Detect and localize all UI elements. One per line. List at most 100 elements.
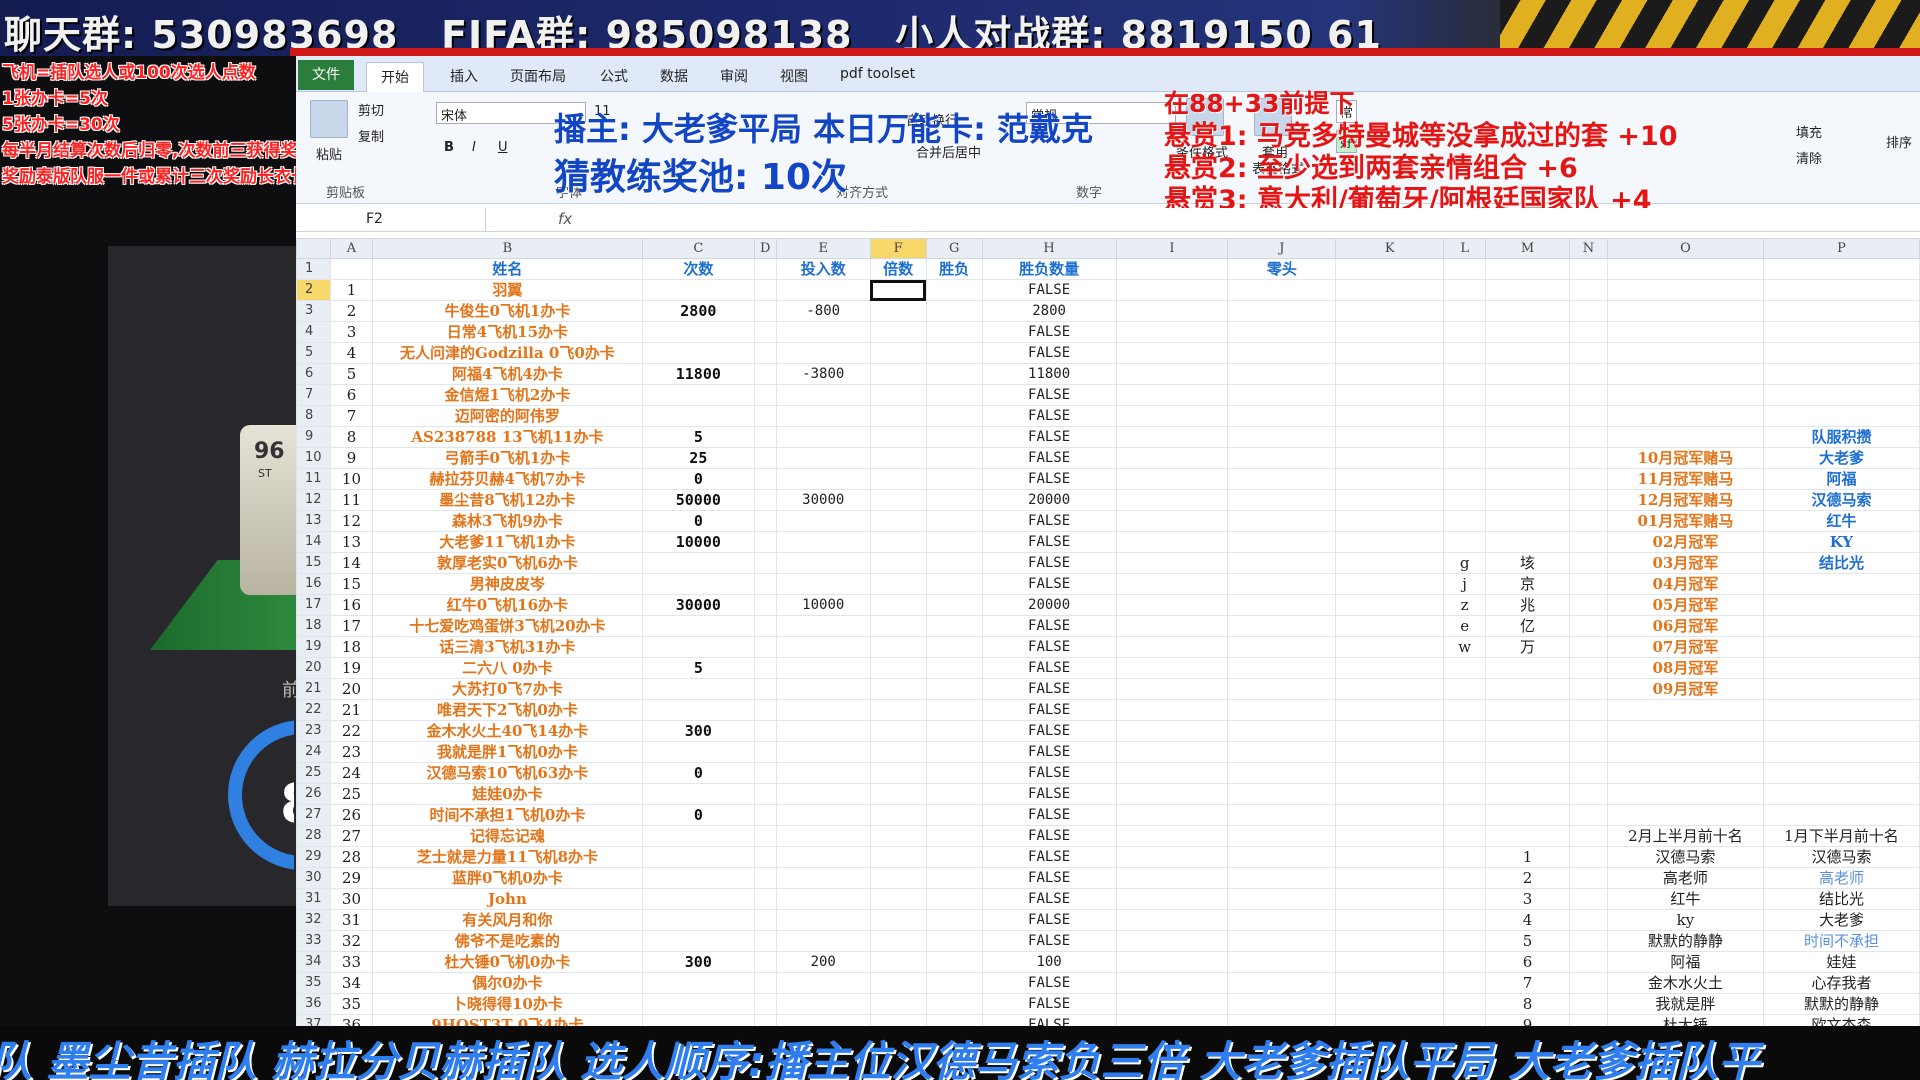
cell-h26[interactable]: FALSE	[981, 783, 1117, 805]
cell-k5[interactable]	[1335, 342, 1445, 364]
cell-l1[interactable]	[1443, 258, 1487, 280]
cell-c26[interactable]	[641, 783, 755, 805]
cell-g10[interactable]	[925, 447, 983, 469]
cell-o3[interactable]	[1606, 300, 1764, 322]
cell-e10[interactable]	[775, 447, 871, 469]
cell-m32[interactable]: 4	[1485, 909, 1571, 931]
cell-l32[interactable]	[1443, 909, 1487, 931]
cell-d5[interactable]	[753, 342, 777, 364]
cell-d27[interactable]	[753, 804, 777, 826]
cell-a2[interactable]: 1	[329, 279, 373, 301]
cell-e22[interactable]	[775, 699, 871, 721]
cell-m34[interactable]: 6	[1485, 951, 1571, 973]
cell-e9[interactable]	[775, 426, 871, 448]
column-header-m[interactable]: M	[1485, 238, 1571, 259]
cell-p27[interactable]	[1762, 804, 1920, 826]
cell-a10[interactable]: 9	[329, 447, 373, 469]
cell-b27[interactable]: 时间不承担1飞机0办卡	[371, 804, 643, 826]
tab-insert[interactable]: 插入	[436, 62, 492, 92]
cell-a37[interactable]: 36	[329, 1014, 373, 1026]
cell-m21[interactable]	[1485, 678, 1571, 700]
cell-k17[interactable]	[1335, 594, 1445, 616]
column-header-n[interactable]: N	[1569, 238, 1608, 259]
cell-p28[interactable]: 1月下半月前十名	[1762, 825, 1920, 847]
cell-m1[interactable]	[1485, 258, 1571, 280]
cell-f37[interactable]	[869, 1014, 927, 1026]
cell-n36[interactable]	[1569, 993, 1608, 1015]
cell-p5[interactable]	[1762, 342, 1920, 364]
cell-g28[interactable]	[925, 825, 983, 847]
column-header-l[interactable]: L	[1443, 238, 1487, 259]
cell-m11[interactable]	[1485, 468, 1571, 490]
cell-d6[interactable]	[753, 363, 777, 385]
cell-o9[interactable]	[1606, 426, 1764, 448]
cell-k7[interactable]	[1335, 384, 1445, 406]
cell-h23[interactable]: FALSE	[981, 720, 1117, 742]
cell-n9[interactable]	[1569, 426, 1608, 448]
cell-n29[interactable]	[1569, 846, 1608, 868]
cell-i26[interactable]	[1115, 783, 1229, 805]
cell-l27[interactable]	[1443, 804, 1487, 826]
cell-a7[interactable]: 6	[329, 384, 373, 406]
fill-button[interactable]: 填充	[1796, 122, 1822, 141]
cell-m14[interactable]	[1485, 531, 1571, 553]
cell-g12[interactable]	[925, 489, 983, 511]
row-header[interactable]: 5	[296, 342, 331, 364]
cell-o37[interactable]: 杜大锤	[1606, 1014, 1764, 1026]
cell-n31[interactable]	[1569, 888, 1608, 910]
cell-c19[interactable]	[641, 636, 755, 658]
cell-p34[interactable]: 娃娃	[1762, 951, 1920, 973]
cell-p3[interactable]	[1762, 300, 1920, 322]
cell-e8[interactable]	[775, 405, 871, 427]
cell-f30[interactable]	[869, 867, 927, 889]
cell-j19[interactable]	[1227, 636, 1337, 658]
cell-h10[interactable]: FALSE	[981, 447, 1117, 469]
cell-o15[interactable]: 03月冠军	[1606, 552, 1764, 574]
cell-o4[interactable]	[1606, 321, 1764, 343]
cell-g3[interactable]	[925, 300, 983, 322]
cell-f27[interactable]	[869, 804, 927, 826]
cell-b1[interactable]: 姓名	[371, 258, 643, 280]
cell-k23[interactable]	[1335, 720, 1445, 742]
tab-pdf-toolset[interactable]: pdf toolset	[826, 62, 929, 92]
cell-k37[interactable]	[1335, 1014, 1445, 1026]
cell-b28[interactable]: 记得忘记魂	[371, 825, 643, 847]
row-header[interactable]: 12	[296, 489, 331, 511]
cell-k21[interactable]	[1335, 678, 1445, 700]
row-header[interactable]: 3	[296, 300, 331, 322]
cell-k18[interactable]	[1335, 615, 1445, 637]
cell-e36[interactable]	[775, 993, 871, 1015]
cell-p22[interactable]	[1762, 699, 1920, 721]
cell-m6[interactable]	[1485, 363, 1571, 385]
cell-h19[interactable]: FALSE	[981, 636, 1117, 658]
cell-j12[interactable]	[1227, 489, 1337, 511]
cell-p19[interactable]	[1762, 636, 1920, 658]
cell-p1[interactable]	[1762, 258, 1920, 280]
cell-i17[interactable]	[1115, 594, 1229, 616]
row-header[interactable]: 7	[296, 384, 331, 406]
cell-m8[interactable]	[1485, 405, 1571, 427]
cell-b11[interactable]: 赫拉芬贝赫4飞机7办卡	[371, 468, 643, 490]
sort-button[interactable]: 排序	[1886, 132, 1912, 151]
cell-k31[interactable]	[1335, 888, 1445, 910]
cell-m16[interactable]: 京	[1485, 573, 1571, 595]
cell-a25[interactable]: 24	[329, 762, 373, 784]
cell-c3[interactable]: 2800	[641, 300, 755, 322]
cell-m20[interactable]	[1485, 657, 1571, 679]
cell-m19[interactable]: 万	[1485, 636, 1571, 658]
cell-p2[interactable]	[1762, 279, 1920, 301]
cell-f29[interactable]	[869, 846, 927, 868]
cell-o1[interactable]	[1606, 258, 1764, 280]
cell-g7[interactable]	[925, 384, 983, 406]
cell-j26[interactable]	[1227, 783, 1337, 805]
cell-b21[interactable]: 大苏打0飞7办卡	[371, 678, 643, 700]
cell-l13[interactable]	[1443, 510, 1487, 532]
cell-a5[interactable]: 4	[329, 342, 373, 364]
cell-k12[interactable]	[1335, 489, 1445, 511]
cell-h20[interactable]: FALSE	[981, 657, 1117, 679]
cell-i11[interactable]	[1115, 468, 1229, 490]
cell-d19[interactable]	[753, 636, 777, 658]
cell-e30[interactable]	[775, 867, 871, 889]
column-header-j[interactable]: J	[1227, 238, 1337, 259]
cell-m37[interactable]: 9	[1485, 1014, 1571, 1026]
